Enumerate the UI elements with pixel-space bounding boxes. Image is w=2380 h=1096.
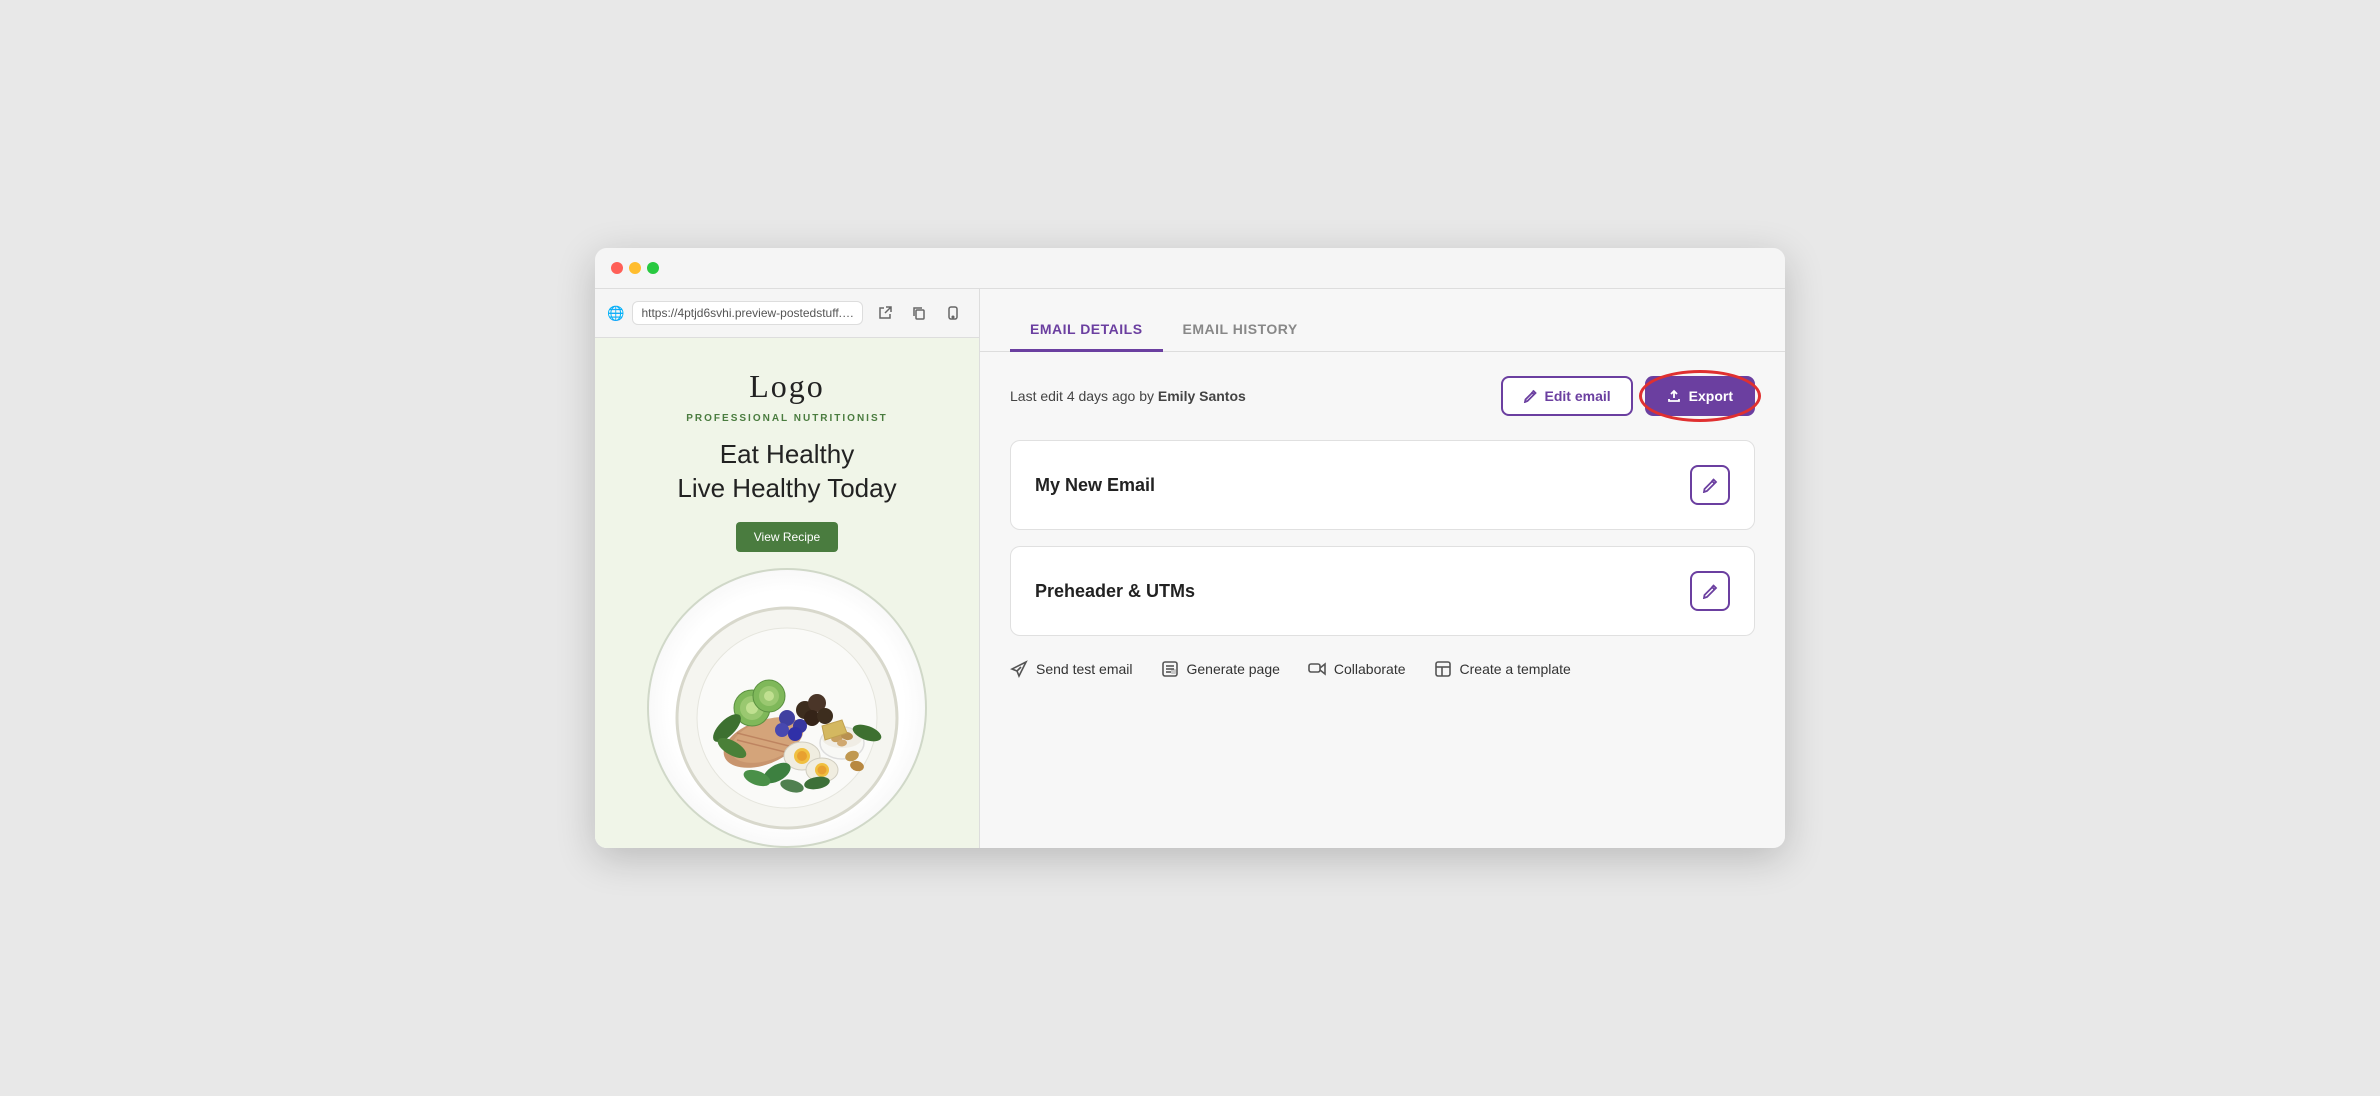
pencil-edit-icon: [1702, 477, 1718, 493]
action-buttons: Edit email Export: [1501, 376, 1755, 416]
minimize-button[interactable]: [629, 262, 641, 274]
url-bar[interactable]: https://4ptjd6svhi.preview-postedstuff.c…: [632, 301, 863, 325]
email-subtitle: PROFESSIONAL NUTRITIONIST: [686, 413, 888, 424]
template-icon: [1434, 660, 1452, 678]
main-content: 🌐 https://4ptjd6svhi.preview-postedstuff…: [595, 289, 1785, 848]
globe-icon: 🌐: [607, 305, 624, 322]
edit-email-button[interactable]: Edit email: [1501, 376, 1633, 416]
view-recipe-button[interactable]: View Recipe: [736, 522, 838, 552]
export-button[interactable]: Export: [1645, 376, 1755, 416]
send-test-email-action[interactable]: Send test email: [1010, 660, 1133, 678]
page-icon: [1161, 660, 1179, 678]
plate-illustration: [657, 578, 917, 838]
meta-text: Last edit 4 days ago by Emily Santos: [1010, 388, 1246, 404]
tab-email-details[interactable]: EMAIL DETAILS: [1010, 309, 1163, 352]
panel-body: Last edit 4 days ago by Emily Santos Edi…: [980, 352, 1785, 848]
edit-email-name-button[interactable]: [1690, 465, 1730, 505]
close-button[interactable]: [611, 262, 623, 274]
email-logo: Logo: [749, 368, 825, 405]
create-template-action[interactable]: Create a template: [1434, 660, 1571, 678]
generate-page-action[interactable]: Generate page: [1161, 660, 1280, 678]
create-template-label: Create a template: [1460, 661, 1571, 677]
generate-page-label: Generate page: [1187, 661, 1280, 677]
author-name: Emily Santos: [1158, 388, 1246, 404]
food-plate: [647, 568, 927, 848]
browser-actions: [871, 299, 967, 327]
title-bar: [595, 248, 1785, 289]
send-icon: [1010, 660, 1028, 678]
collaborate-label: Collaborate: [1334, 661, 1406, 677]
browser-toolbar: 🌐 https://4ptjd6svhi.preview-postedstuff…: [595, 289, 979, 338]
browser-panel: 🌐 https://4ptjd6svhi.preview-postedstuff…: [595, 289, 980, 848]
app-window: 🌐 https://4ptjd6svhi.preview-postedstuff…: [595, 248, 1785, 848]
tab-email-history[interactable]: EMAIL HISTORY: [1163, 309, 1318, 352]
copy-button[interactable]: [905, 299, 933, 327]
meta-row: Last edit 4 days ago by Emily Santos Edi…: [1010, 376, 1755, 416]
tabs-header: EMAIL DETAILS EMAIL HISTORY: [980, 289, 1785, 352]
email-name-title: My New Email: [1035, 475, 1155, 496]
mobile-preview-button[interactable]: [939, 299, 967, 327]
preheader-title: Preheader & UTMs: [1035, 581, 1195, 602]
preheader-card: Preheader & UTMs: [1010, 546, 1755, 636]
edit-preheader-button[interactable]: [1690, 571, 1730, 611]
collaborate-action[interactable]: Collaborate: [1308, 660, 1406, 678]
email-preview: Logo PROFESSIONAL NUTRITIONIST Eat Healt…: [595, 338, 979, 848]
email-name-card: My New Email: [1010, 440, 1755, 530]
collaborate-icon: [1308, 660, 1326, 678]
maximize-button[interactable]: [647, 262, 659, 274]
send-test-label: Send test email: [1036, 661, 1133, 677]
export-icon: [1667, 389, 1681, 403]
external-link-button[interactable]: [871, 299, 899, 327]
bottom-actions: Send test email Generate page: [1010, 652, 1755, 678]
pencil-icon: [1523, 389, 1537, 403]
traffic-lights: [611, 262, 659, 274]
email-headline: Eat Healthy Live Healthy Today: [677, 438, 896, 506]
pencil-edit-icon-2: [1702, 583, 1718, 599]
right-panel: EMAIL DETAILS EMAIL HISTORY Last edit 4 …: [980, 289, 1785, 848]
